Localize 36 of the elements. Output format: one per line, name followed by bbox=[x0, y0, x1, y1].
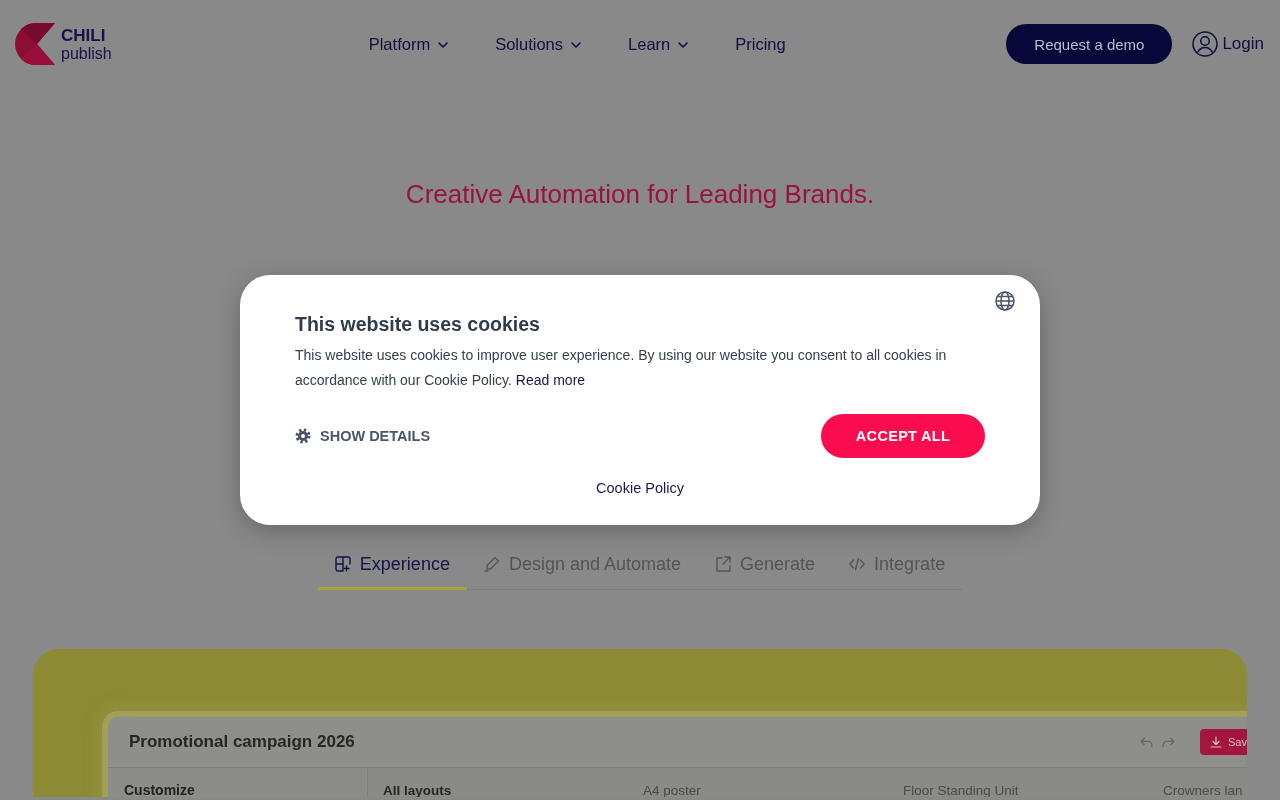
chevron-logo-icon bbox=[15, 23, 55, 65]
download-icon bbox=[1210, 736, 1223, 748]
code-icon bbox=[849, 556, 866, 572]
dialog-title: This website uses cookies bbox=[295, 312, 541, 336]
logo-link[interactable]: CHILI publish bbox=[15, 23, 112, 65]
layouts-heading: All layouts bbox=[383, 783, 452, 797]
undo-icon[interactable] bbox=[1140, 736, 1154, 748]
layout-label: Floor Standing Unit bbox=[903, 783, 1019, 797]
layout-label: A4 poster bbox=[643, 783, 701, 797]
demo-button[interactable]: Request a demo bbox=[1006, 24, 1173, 64]
nav-link[interactable]: Pricing bbox=[735, 34, 786, 54]
save-button[interactable]: Sav bbox=[1200, 729, 1247, 755]
user-icon bbox=[1192, 31, 1219, 57]
pencil-icon bbox=[483, 556, 500, 572]
window-title: Promotional campaign 2026 bbox=[129, 732, 355, 752]
accept-all-button[interactable]: ACCEPT ALL bbox=[821, 414, 985, 458]
grid-plus-icon bbox=[334, 556, 351, 572]
caret-icon bbox=[571, 42, 582, 48]
external-link-icon bbox=[715, 556, 732, 572]
hero-tagline: Creative Automation for Leading Brands. bbox=[405, 178, 875, 210]
globe-icon[interactable] bbox=[995, 291, 1015, 311]
nav-link[interactable]: Platform bbox=[368, 34, 449, 54]
dialog-message: This website uses cookies to improve user experience. By using our website you consent to all cookies in accordance with our Cookie Policy. Read more bbox=[295, 346, 948, 390]
sidebar-heading: Customize bbox=[124, 782, 195, 797]
login-link[interactable]: Login bbox=[1192, 31, 1264, 57]
cookie-policy-link[interactable]: Cookie Policy bbox=[596, 480, 684, 496]
layout-label: Crowners lan bbox=[1163, 783, 1243, 797]
redo-icon[interactable] bbox=[1162, 736, 1176, 748]
nav-link[interactable]: Solutions bbox=[495, 34, 582, 54]
read-more-link[interactable]: Read more bbox=[515, 372, 586, 388]
nav-link[interactable]: Learn bbox=[628, 34, 689, 54]
caret-icon bbox=[438, 42, 449, 48]
gear-icon bbox=[295, 428, 311, 444]
tab[interactable]: Experience bbox=[317, 542, 467, 590]
show-details-button[interactable]: SHOW DETAILS bbox=[295, 428, 431, 444]
caret-icon bbox=[678, 42, 689, 48]
